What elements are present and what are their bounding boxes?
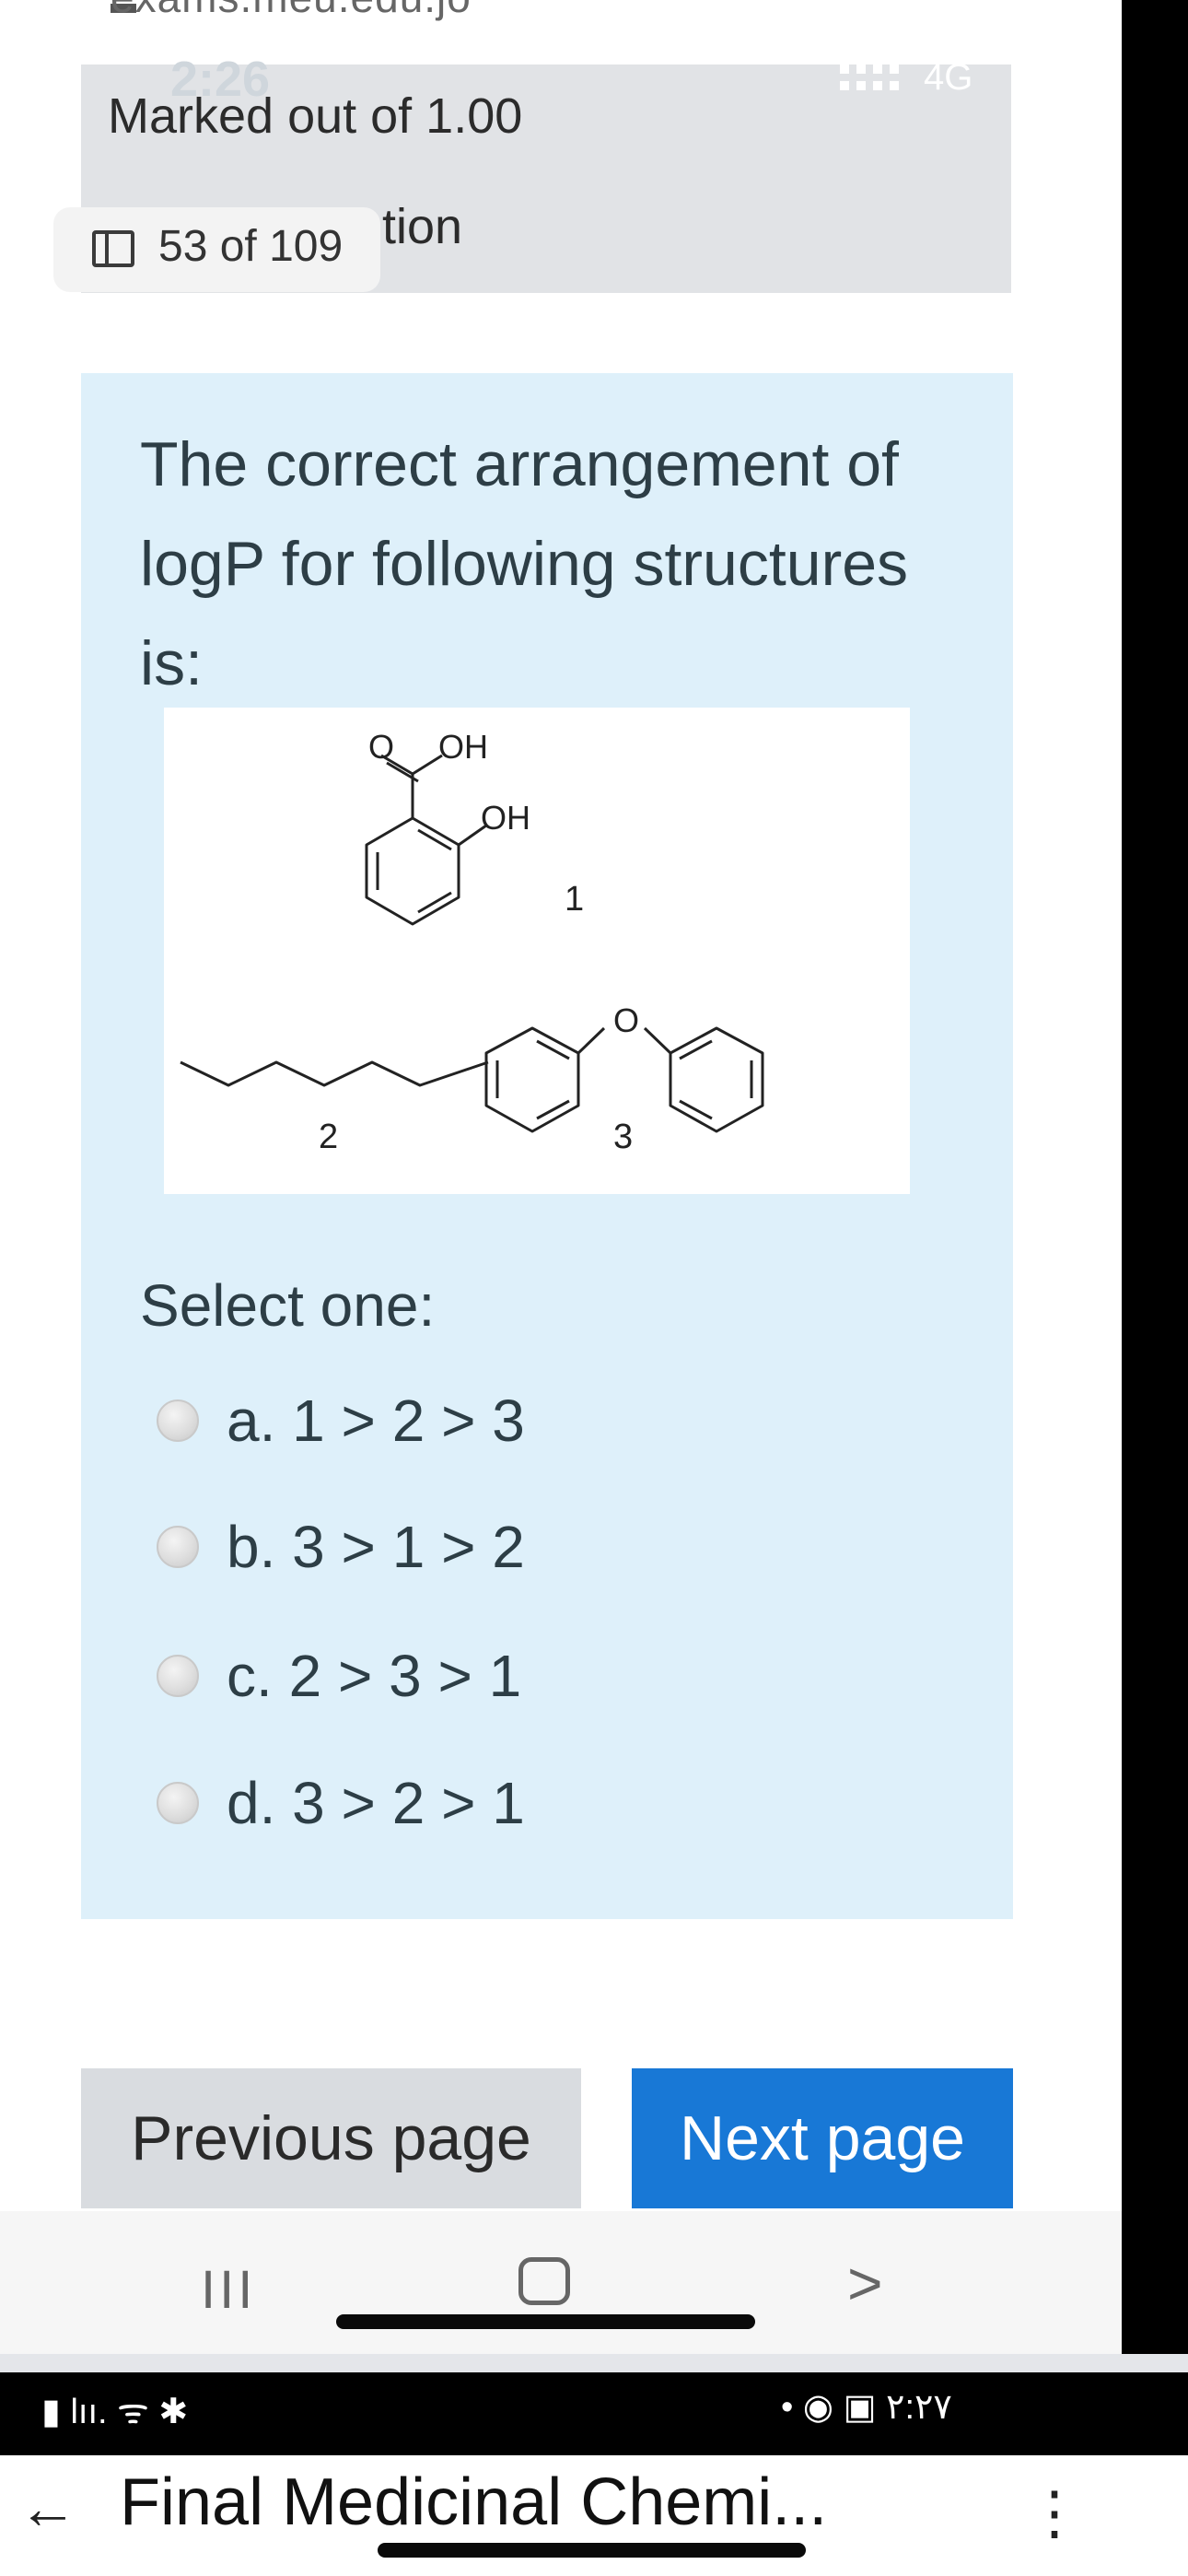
select-one-prompt: Select one: (140, 1272, 436, 1339)
radio-d[interactable] (157, 1782, 199, 1824)
radio-a[interactable] (157, 1399, 199, 1442)
status-bar-left-icons: ▮ lıı. ᯤ ✱ (41, 2393, 189, 2431)
marked-out-of-label: Marked out of 1.00 (108, 88, 523, 144)
overlay-network-type: 4G (924, 57, 973, 98)
structure-label-2: 2 (319, 1118, 338, 1156)
answer-option-label[interactable]: d. 3 > 2 > 1 (227, 1769, 525, 1837)
structure-3-ring-left (484, 1026, 580, 1133)
recent-apps-icon[interactable]: III (201, 2259, 256, 2321)
next-page-button[interactable]: Next page (632, 2068, 1013, 2208)
structure-2-chain (180, 1060, 489, 1087)
structure-1-benzene-ring (365, 816, 460, 926)
atom-ether-o: O (613, 1001, 639, 1039)
status-bar-right-icons: • ◉ ▣ ٢:٢٧ (781, 2388, 952, 2427)
atom-phenol-oh: OH (481, 799, 530, 837)
chemical-structures-image: O OH OH O 1 2 3 (164, 708, 910, 1194)
question-text: The correct arrangement of logP for foll… (140, 429, 909, 698)
question-counter: 53 of 109 (158, 222, 344, 271)
page-title: Final Medicinal Chemi... (120, 2465, 828, 2539)
answer-option-label[interactable]: c. 2 > 3 > 1 (227, 1642, 521, 1710)
radio-c[interactable] (157, 1655, 199, 1697)
more-options-icon[interactable]: ⋮ (1025, 2478, 1084, 2547)
home-indicator (336, 2314, 755, 2329)
back-arrow-icon[interactable]: ← (18, 2474, 77, 2542)
home-icon[interactable] (518, 2257, 570, 2305)
atom-carbonyl-o: O (368, 728, 394, 766)
question-nav-icon (92, 230, 134, 267)
structure-label-3: 3 (613, 1118, 633, 1156)
radio-b[interactable] (157, 1526, 199, 1568)
url-strip: exams.meu.edu.jo (0, 0, 1128, 28)
structure-label-1: 1 (565, 880, 584, 919)
structure-3-ring-right (669, 1026, 764, 1133)
back-chevron-icon[interactable]: > (847, 2248, 883, 2318)
flag-question-label-partial[interactable]: tion (382, 198, 462, 255)
url-fragment: exams.meu.edu.jo (111, 0, 472, 22)
answer-option-label[interactable]: a. 1 > 2 > 3 (227, 1387, 525, 1455)
screenshot-divider (0, 2354, 1188, 2372)
device-bezel (1122, 0, 1188, 2354)
signal-dots-icon (840, 64, 899, 90)
atom-acid-oh: OH (438, 728, 488, 766)
previous-page-button[interactable]: Previous page (81, 2068, 581, 2208)
answer-option-label[interactable]: b. 3 > 1 > 2 (227, 1513, 525, 1581)
gesture-bar (378, 2543, 806, 2558)
